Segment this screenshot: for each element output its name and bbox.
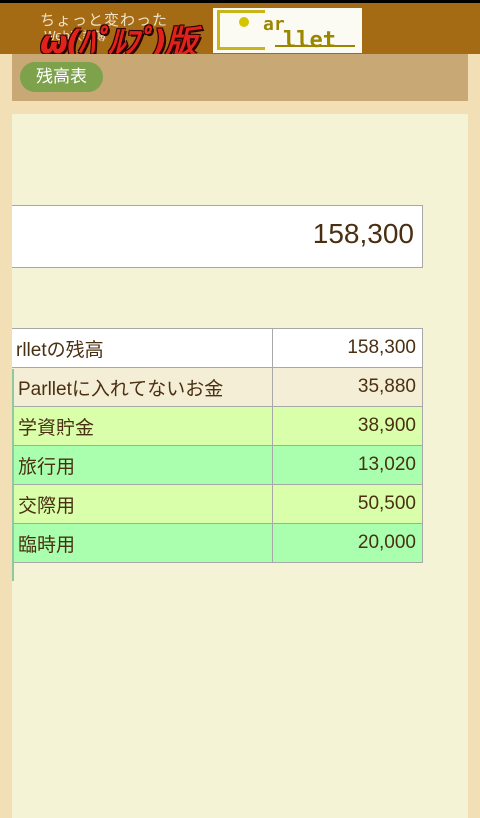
balance-sheet-button[interactable]: 残高表	[20, 62, 103, 92]
balance-table: rlletの残高 158,300 Parlletに入れてないお金 35,880 …	[12, 328, 424, 563]
row-label: 旅行用	[12, 445, 273, 485]
row-label: 学資貯金	[12, 406, 273, 446]
total-balance-value: 158,300	[312, 218, 414, 249]
table-row[interactable]: 旅行用 13,020	[12, 445, 424, 485]
toolbar: 残高表	[12, 54, 468, 101]
page-margin	[468, 54, 480, 818]
table-row[interactable]: 臨時用 20,000	[12, 523, 424, 563]
logo-arrow	[275, 45, 355, 47]
parllet-logo[interactable]: ar llet	[213, 8, 362, 53]
main-panel: 158,300 rlletの残高 158,300 Parlletに入れてないお金…	[12, 114, 468, 818]
row-value: 20,000	[271, 523, 424, 563]
logo-text-ar: ar	[263, 14, 285, 35]
row-label: Parlletに入れてないお金	[12, 367, 273, 407]
table-row[interactable]: 学資貯金 38,900	[12, 406, 424, 446]
logo-p-shape	[217, 10, 265, 50]
row-label: rlletの残高	[12, 328, 273, 368]
row-value: 35,880	[271, 367, 424, 407]
row-value: 158,300	[271, 328, 424, 368]
app-header: ちょっと変わった Web家計簿 ω(ﾊﾟﾙﾌﾟ)版 ar llet	[0, 3, 480, 61]
row-label: 臨時用	[12, 523, 273, 563]
table-row[interactable]: Parlletに入れてないお金 35,880	[12, 367, 424, 407]
row-label: 交際用	[12, 484, 273, 524]
total-balance-box: 158,300	[12, 205, 423, 268]
row-value: 13,020	[271, 445, 424, 485]
logo-text-llet: llet	[283, 28, 336, 53]
table-row[interactable]: rlletの残高 158,300	[12, 328, 424, 368]
logo-dot	[239, 17, 249, 27]
row-value: 38,900	[271, 406, 424, 446]
tree-indent-line	[12, 369, 14, 581]
table-row[interactable]: 交際用 50,500	[12, 484, 424, 524]
row-value: 50,500	[271, 484, 424, 524]
